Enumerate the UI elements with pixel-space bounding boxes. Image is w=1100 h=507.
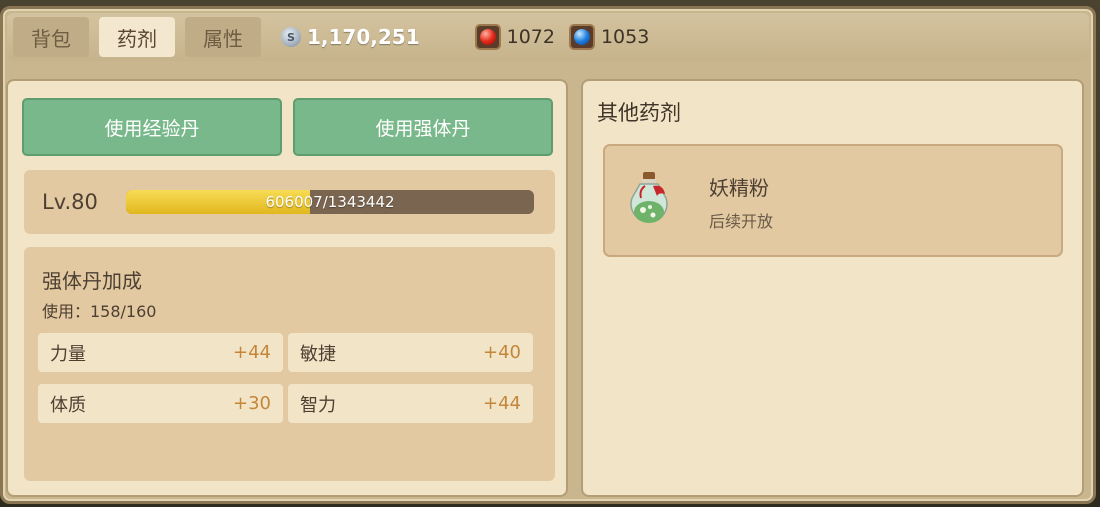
stat-name: 敏捷 [300, 343, 336, 365]
stat-value: +44 [233, 342, 271, 363]
bonus-title: 强体丹加成 [42, 269, 142, 293]
tab-backpack[interactable]: 背包 [13, 17, 89, 57]
potion-button-row: 使用经验丹 使用强体丹 [22, 98, 553, 156]
use-exp-pill-button[interactable]: 使用经验丹 [22, 98, 282, 156]
fairy-dust-bottle-icon [630, 172, 668, 223]
tab-potions[interactable]: 药剂 [99, 17, 175, 57]
stat-value: +30 [233, 393, 271, 414]
potion-item-status: 后续开放 [709, 212, 774, 231]
body-pill-bonus-box: 强体丹加成 使用：158/160 力量 +44 敏捷 +40 体质 +30 智力… [24, 247, 555, 481]
stat-name: 力量 [50, 343, 86, 365]
stat-constitution: 体质 +30 [38, 384, 283, 423]
coin-currency: S 1,170,251 [281, 25, 420, 49]
stat-grid: 力量 +44 敏捷 +40 体质 +30 智力 +44 [38, 333, 533, 423]
potion-item-name: 妖精粉 [709, 176, 769, 200]
blue-gem-currency: 1053 [568, 24, 650, 50]
potion-window: 背包 药剂 属性 S 1,170,251 1072 1053 使用经验丹 使用强… [0, 6, 1096, 504]
red-gem-value: 1072 [506, 26, 555, 48]
stat-intelligence: 智力 +44 [288, 384, 533, 423]
exp-progress-bar: 606007/1343442 [126, 190, 534, 214]
exp-progress-text: 606007/1343442 [265, 193, 395, 211]
other-potions-panel: 其他药剂 妖精粉 后续开放 [581, 79, 1084, 497]
stat-strength: 力量 +44 [38, 333, 283, 372]
tab-attributes[interactable]: 属性 [185, 17, 261, 57]
stat-name: 智力 [300, 394, 336, 416]
top-bar: 背包 药剂 属性 S 1,170,251 1072 1053 [7, 13, 1089, 61]
game-scene: 背包 药剂 属性 S 1,170,251 1072 1053 使用经验丹 使用强… [0, 0, 1100, 507]
blue-gem-value: 1053 [600, 26, 650, 48]
stat-value: +40 [483, 342, 521, 363]
blue-gem-icon [568, 24, 595, 50]
stat-value: +44 [483, 393, 521, 414]
potion-use-panel: 使用经验丹 使用强体丹 Lv.80 606007/1343442 强体丹加成 使… [6, 79, 568, 497]
stat-agility: 敏捷 +40 [288, 333, 533, 372]
red-gem-icon [474, 24, 501, 50]
other-potions-title: 其他药剂 [597, 101, 681, 125]
potion-item-card[interactable]: 妖精粉 后续开放 [603, 144, 1063, 257]
coin-value: 1,170,251 [307, 25, 420, 49]
stat-name: 体质 [50, 394, 86, 416]
level-label: Lv.80 [42, 190, 98, 214]
silver-coin-icon: S [281, 27, 301, 47]
bonus-usage: 使用：158/160 [42, 302, 157, 321]
red-gem-currency: 1072 [474, 24, 555, 50]
level-box: Lv.80 606007/1343442 [24, 170, 555, 234]
use-body-pill-button[interactable]: 使用强体丹 [293, 98, 553, 156]
